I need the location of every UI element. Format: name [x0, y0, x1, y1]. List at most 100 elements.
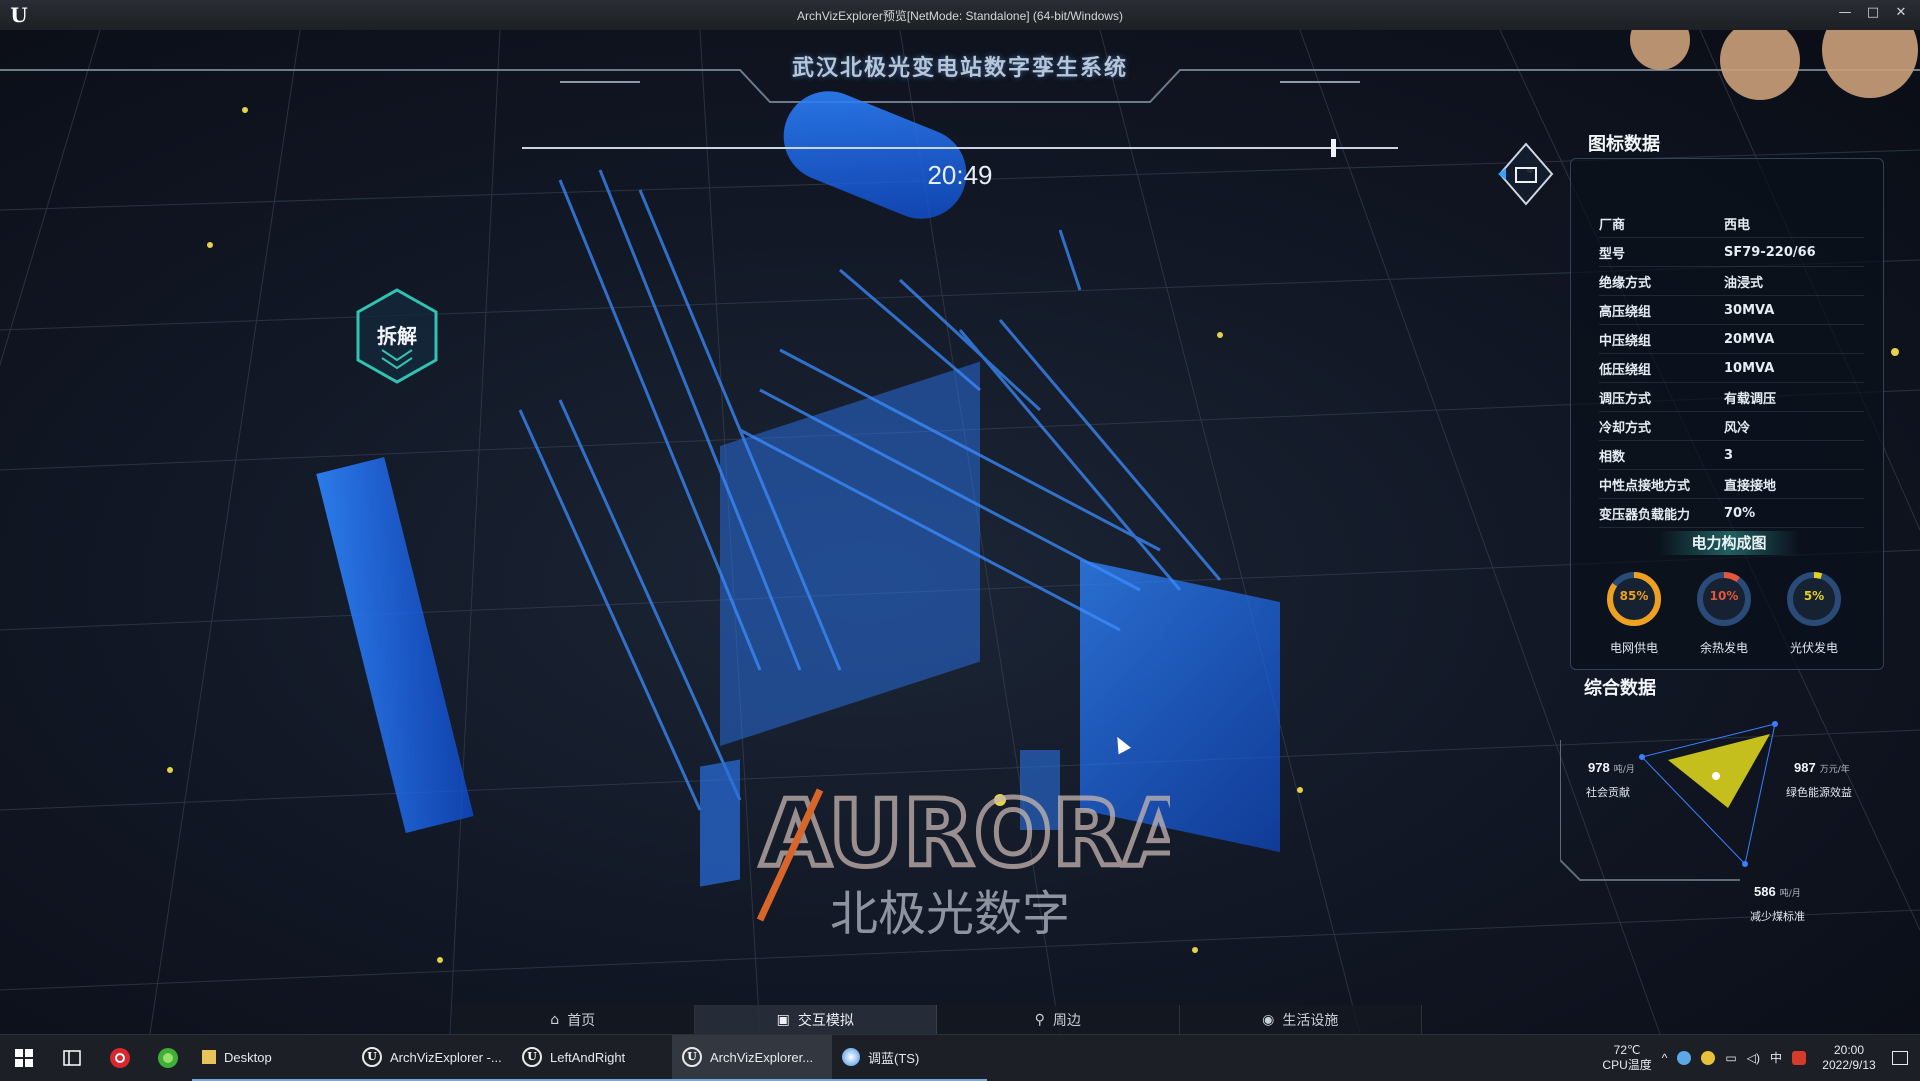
time-slider-track[interactable] — [522, 147, 1398, 149]
location-pin-icon: ⚲ — [1034, 1012, 1045, 1028]
disassemble-button[interactable]: 拆解 — [352, 286, 442, 386]
spec-row: 中性点接地方式 直接接地 — [1599, 469, 1864, 499]
summary-label: 社会贡献 — [1586, 786, 1630, 799]
summary-value: 987 万元/年 — [1794, 760, 1850, 775]
taskbar-app-leftandright[interactable]: U LeftAndRight — [512, 1035, 672, 1081]
app-icon — [842, 1048, 860, 1066]
bottom-navigation: ⌂ 首页 ▣ 交互模拟 ⚲ 周边 ◉ 生活设施 — [452, 1005, 1422, 1034]
spec-value: 有载调压 — [1724, 382, 1864, 412]
spec-value: 3 — [1724, 440, 1864, 470]
nav-label: 交互模拟 — [797, 1013, 854, 1029]
folder-icon — [202, 1050, 216, 1064]
windows-start-icon[interactable] — [0, 1035, 48, 1081]
summary-radar-chart — [1560, 721, 1778, 881]
power-gauge: 85% 电网供电 — [1599, 567, 1669, 657]
gauge-label: 余热发电 — [1699, 641, 1748, 655]
spec-key: 相数 — [1599, 440, 1724, 470]
viewport-3d[interactable]: 武汉北极光变电站数字孪生系统 20:49 拆解 AURORA 北极光数字 图标数… — [0, 30, 1920, 1034]
system-tray: 72℃ CPU温度 ^ ▭ ◁) 中 20:00 2022/9/13 — [1602, 1035, 1920, 1081]
spec-table: 厂商 西电 型号 SF79-220/66 绝缘方式 油浸式 高压绕组 30MVA 中压绕组 20M… — [1599, 209, 1864, 528]
nav-surroundings[interactable]: ⚲ 周边 — [937, 1005, 1180, 1034]
nav-label: 首页 — [567, 1013, 596, 1029]
taskbar-app-label: ArchVizExplorer... — [710, 1049, 814, 1065]
taskbar-app-archviz-2[interactable]: U ArchVizExplorer... — [672, 1035, 832, 1081]
summary-label: 绿色能源效益 — [1786, 786, 1852, 799]
unreal-icon: U — [522, 1047, 542, 1067]
gauge-percent: 5% — [1803, 589, 1825, 603]
spec-key: 冷却方式 — [1599, 411, 1724, 441]
nav-interactive-simulation[interactable]: ▣ 交互模拟 — [694, 1005, 937, 1034]
spec-value: 10MVA — [1724, 353, 1864, 383]
spec-row: 高压绕组 30MVA — [1599, 295, 1864, 325]
summary-label: 减少煤标准 — [1750, 910, 1805, 923]
power-gauge: 5% 光伏发电 — [1779, 567, 1849, 657]
spec-row: 相数 3 — [1599, 440, 1864, 470]
spec-key: 高压绕组 — [1599, 295, 1724, 325]
clock[interactable]: 20:00 2022/9/13 — [1816, 1043, 1882, 1073]
close-button[interactable]: ✕ — [1892, 4, 1910, 22]
network-icon[interactable]: ▭ — [1725, 1051, 1736, 1066]
gauge-percent: 85% — [1619, 589, 1649, 603]
spec-key: 调压方式 — [1599, 382, 1724, 412]
nav-label: 生活设施 — [1282, 1013, 1339, 1029]
spec-value: 70% — [1724, 498, 1864, 528]
clock-time: 20:00 — [1833, 1043, 1865, 1057]
cpu-temp-label: CPU温度 — [1602, 1058, 1652, 1072]
target-icon: ◉ — [1262, 1012, 1275, 1028]
chevron-up-icon[interactable]: ^ — [1662, 1051, 1668, 1066]
aurora-logo-subtext: 北极光数字 — [830, 886, 1070, 940]
system-title: 武汉北极光变电站数字孪生系统 — [791, 56, 1128, 81]
taskbar-app-label: 调蓝(TS) — [868, 1050, 920, 1066]
spec-row: 型号 SF79-220/66 — [1599, 237, 1864, 267]
icon-data-panel: 厂商 西电 型号 SF79-220/66 绝缘方式 油浸式 高压绕组 30MVA 中压绕组 20M… — [1570, 158, 1884, 670]
cpu-temperature[interactable]: 72℃ CPU温度 — [1602, 1043, 1651, 1073]
battery-icon[interactable] — [1496, 142, 1556, 206]
spec-row: 低压绕组 10MVA — [1599, 353, 1864, 383]
windows-taskbar: Desktop U ArchVizExplorer -... U LeftAnd… — [0, 1034, 1920, 1081]
spec-row: 变压器负载能力 70% — [1599, 498, 1864, 528]
minimize-button[interactable]: — — [1836, 4, 1854, 22]
image-icon: ▣ — [776, 1012, 790, 1028]
nav-home[interactable]: ⌂ 首页 — [452, 1005, 695, 1034]
spec-row: 调压方式 有载调压 — [1599, 382, 1864, 412]
time-slider-handle[interactable] — [1331, 139, 1336, 157]
taskbar-app-label: LeftAndRight — [550, 1049, 626, 1065]
power-composition-title: 电力构成图 — [1659, 531, 1799, 555]
summary-value: 978 吨/月 — [1588, 760, 1635, 775]
notification-icon[interactable] — [1892, 1051, 1908, 1065]
icon-data-title: 图标数据 — [1588, 134, 1660, 155]
window-titlebar[interactable]: U ArchVizExplorer预览[NetMode: Standalone]… — [0, 0, 1920, 31]
window-title: ArchVizExplorer预览[NetMode: Standalone] (… — [797, 9, 1123, 23]
spec-row: 绝缘方式 油浸式 — [1599, 266, 1864, 296]
browser-icon[interactable] — [144, 1035, 192, 1081]
spec-key: 中性点接地方式 — [1599, 469, 1724, 499]
spec-row: 冷却方式 风冷 — [1599, 411, 1864, 441]
nav-facilities[interactable]: ◉ 生活设施 — [1179, 1005, 1422, 1034]
disassemble-label: 拆解 — [377, 324, 417, 348]
summary-value: 586 吨/月 — [1754, 884, 1801, 899]
spec-value: 西电 — [1724, 209, 1864, 238]
gauge-percent: 10% — [1709, 589, 1739, 603]
gauge-label: 电网供电 — [1609, 641, 1658, 655]
spec-row: 中压绕组 20MVA — [1599, 324, 1864, 354]
netease-music-icon[interactable] — [96, 1035, 144, 1081]
volume-icon[interactable]: ◁) — [1747, 1051, 1760, 1066]
taskbar-app-archviz-1[interactable]: U ArchVizExplorer -... — [352, 1035, 512, 1081]
tray-app-icon[interactable] — [1677, 1051, 1692, 1065]
ime-indicator[interactable]: 中 — [1770, 1051, 1782, 1066]
antivirus-icon[interactable] — [1792, 1051, 1806, 1065]
spec-key: 绝缘方式 — [1599, 266, 1724, 296]
spec-value: 20MVA — [1724, 324, 1864, 354]
spec-key: 低压绕组 — [1599, 353, 1724, 383]
maximize-button[interactable]: □ — [1864, 4, 1882, 22]
unreal-icon: U — [682, 1047, 702, 1067]
spec-key: 中压绕组 — [1599, 324, 1724, 354]
tray-app-icon[interactable] — [1701, 1051, 1716, 1065]
spec-key: 厂商 — [1599, 209, 1724, 238]
nav-label: 周边 — [1052, 1013, 1081, 1029]
taskbar-app-ts[interactable]: 调蓝(TS) — [832, 1035, 987, 1081]
taskbar-app-desktop[interactable]: Desktop — [192, 1035, 352, 1081]
taskbar-app-label: Desktop — [224, 1049, 272, 1065]
task-view-icon[interactable] — [48, 1035, 96, 1081]
clock-date: 2022/9/13 — [1822, 1058, 1876, 1072]
